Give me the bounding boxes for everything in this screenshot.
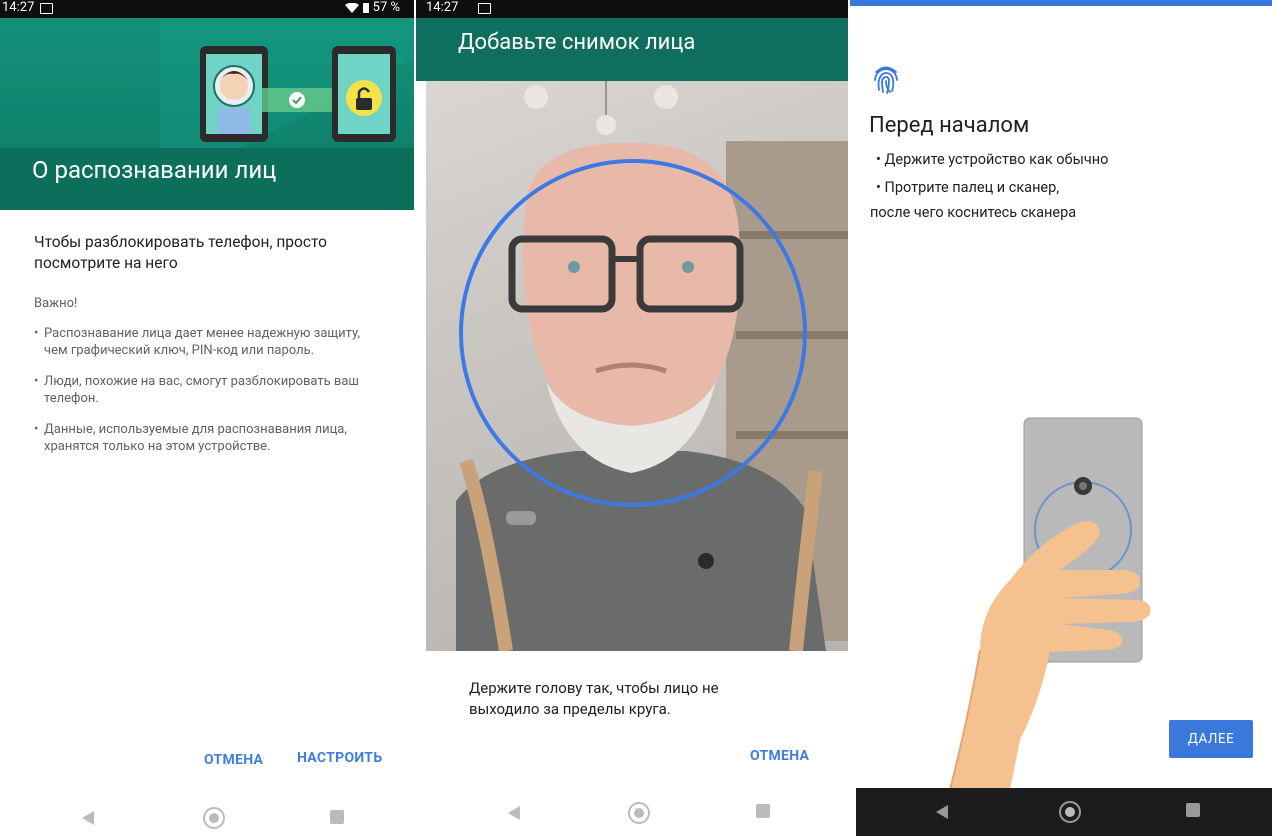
navigation-bar [416, 792, 848, 836]
wifi-icon [344, 3, 359, 13]
camera-preview [426, 81, 848, 651]
setup-button[interactable]: НАСТРОИТЬ [297, 750, 382, 766]
navigation-bar [856, 788, 1272, 836]
list-item: Люди, похожие на вас, смогут разблокиров… [34, 373, 374, 407]
fingerprint-intro-screen: Перед началом • Держите устройство как о… [850, 0, 1272, 836]
cancel-button[interactable]: ОТМЕНА [750, 748, 809, 764]
lead-text: Чтобы разблокировать телефон, просто пос… [34, 233, 327, 272]
back-icon[interactable] [936, 805, 948, 819]
back-icon[interactable] [82, 811, 94, 825]
home-icon[interactable] [203, 807, 225, 829]
page-title: Добавьте снимок лица [458, 30, 696, 55]
face-enroll-screen: 14:27 Добавьте снимок лица Держите голов… [416, 0, 848, 836]
list-item: Распознавание лица дает менее надежную з… [34, 325, 374, 359]
fingerprint-icon [874, 66, 898, 94]
list-item: • Держите устройство как обычно [876, 151, 1109, 168]
battery-icon [362, 3, 369, 13]
intro-content: Чтобы разблокировать телефон, просто пос… [34, 232, 384, 469]
bullet-list: Распознавание лица дает менее надежную з… [34, 325, 384, 455]
navigation-bar [0, 792, 414, 836]
cancel-button[interactable]: ОТМЕНА [204, 752, 263, 768]
top-accent-bar [850, 0, 1272, 6]
home-icon[interactable] [628, 802, 650, 824]
status-right: 57 % [344, 0, 400, 17]
header-bar: Добавьте снимок лица [416, 18, 848, 81]
status-time: 14:27 [2, 0, 35, 15]
back-icon[interactable] [508, 806, 520, 820]
image-notification-icon [478, 3, 491, 14]
battery-percent: 57 % [372, 0, 400, 15]
face-unlock-intro-screen: 14:27 57 % О распознавании лиц Чтобы раз… [0, 0, 414, 836]
page-title: Перед началом [869, 113, 1030, 138]
list-item: • Протрите палец и сканер, [876, 179, 1060, 196]
status-time: 14:27 [426, 0, 459, 15]
status-bar: 14:27 57 % [0, 0, 414, 18]
face-unlock-illustration [160, 18, 414, 148]
instruction-list: • Держите устройство как обычно • Протри… [870, 146, 1190, 224]
list-item: Данные, используемые для распознавания л… [34, 421, 374, 455]
face-guide-circle [459, 159, 807, 507]
list-item: после чего коснитесь сканера [870, 204, 1077, 221]
recents-icon[interactable] [330, 810, 344, 824]
recents-icon[interactable] [756, 804, 770, 818]
recents-icon[interactable] [1186, 803, 1200, 817]
next-button[interactable]: ДАЛЕЕ [1169, 720, 1253, 758]
status-bar: 14:27 [416, 0, 848, 18]
header-illustration: О распознавании лиц [0, 18, 414, 210]
page-title: О распознавании лиц [32, 156, 277, 184]
home-icon[interactable] [1059, 801, 1081, 823]
image-notification-icon [40, 3, 53, 14]
important-label: Важно! [34, 296, 78, 311]
instruction-text: Держите голову так, чтобы лицо не выходи… [469, 679, 719, 718]
